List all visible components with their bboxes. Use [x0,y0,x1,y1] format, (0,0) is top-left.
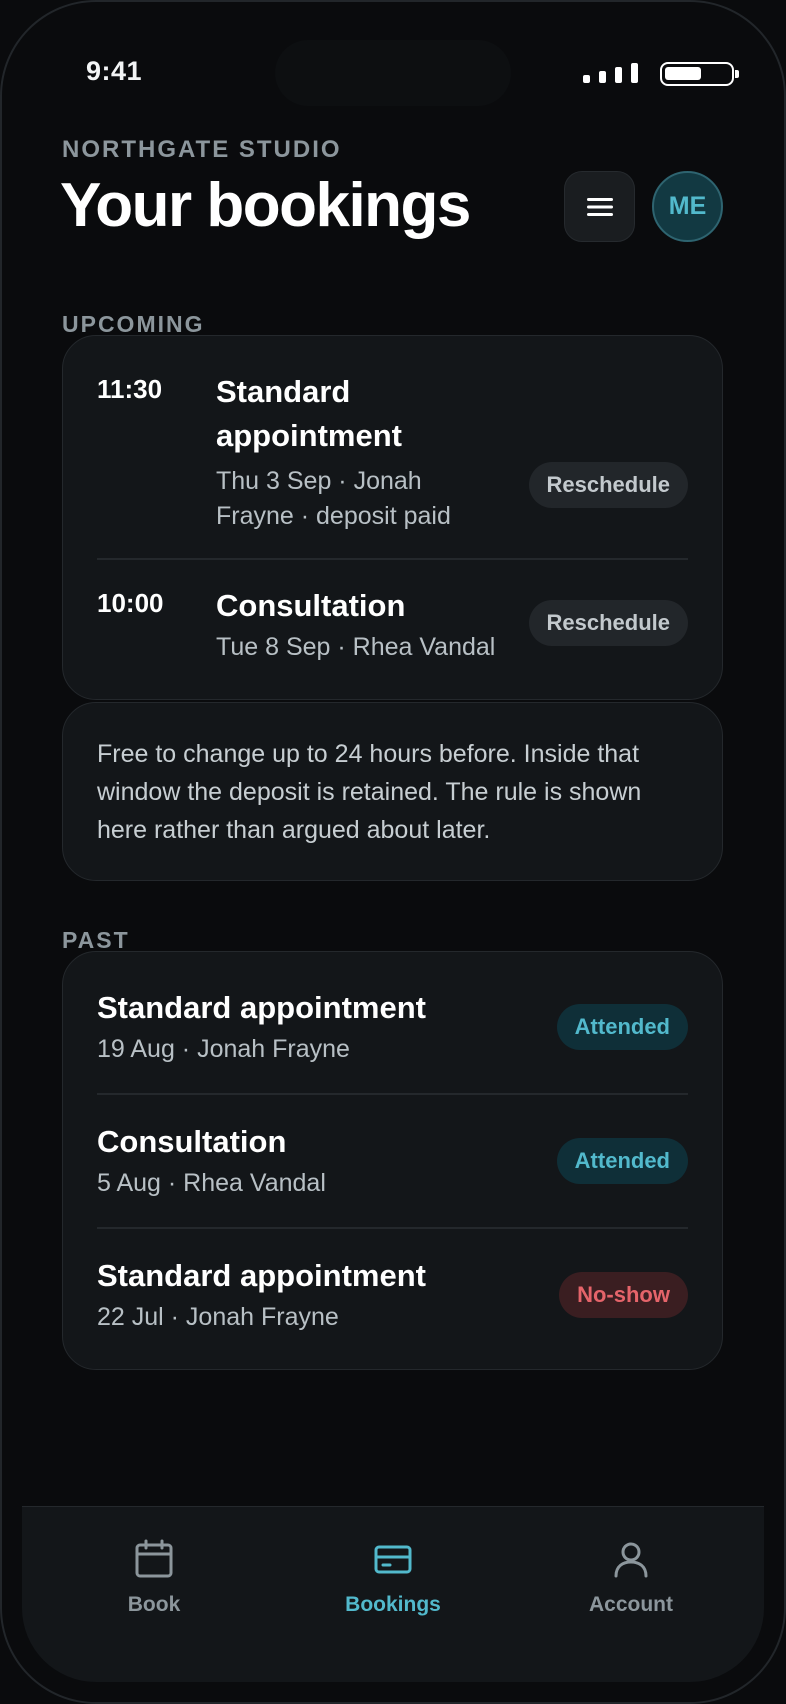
signal-icon [583,63,639,83]
ticket-icon [374,1545,412,1574]
booking-title: Standard appointment [97,1258,426,1293]
hamburger-icon [587,198,613,216]
tab-bar: Book Bookings Account [22,1506,764,1682]
avatar[interactable]: ME [652,171,723,242]
calendar-icon [135,1539,173,1578]
booking-row[interactable]: 10:00 Consultation Tue 8 Sep · Rhea Vand… [97,584,688,674]
tab-account[interactable]: Account [551,1539,711,1617]
booking-meta: 22 Jul · Jonah Frayne [97,1303,339,1331]
tab-label: Bookings [345,1593,441,1616]
booking-meta: Tue 8 Sep · Rhea Vandal [216,633,496,661]
status-badge: No-show [559,1272,688,1318]
tab-label: Account [589,1593,673,1616]
section-label-past: PAST [62,927,130,953]
menu-button[interactable] [564,171,635,242]
status-badge: Attended [556,1004,688,1050]
dynamic-island [275,40,511,106]
booking-time: 10:00 [97,588,164,618]
page-title: Your bookings [60,171,471,240]
reschedule-button[interactable]: Reschedule [528,462,688,508]
booking-title: Standard appointment [216,374,402,453]
tab-bookings[interactable]: Bookings [313,1539,473,1617]
past-booking-row[interactable]: Consultation 5 Aug · Rhea Vandal Attende… [97,1120,688,1210]
booking-title: Consultation [216,588,406,623]
row-divider [97,1093,688,1095]
status-badge: Attended [556,1138,688,1184]
row-divider [97,1227,688,1229]
past-bookings-card: Standard appointment 19 Aug · Jonah Fray… [62,951,723,1370]
booking-row[interactable]: 11:30 Standard appointment Thu 3 Sep · J… [97,370,688,540]
battery-icon [660,62,739,86]
past-booking-row[interactable]: Standard appointment 19 Aug · Jonah Fray… [97,986,688,1076]
row-divider [97,558,688,560]
policy-text: Free to change up to 24 hours before. In… [97,740,642,844]
reschedule-button[interactable]: Reschedule [528,600,688,646]
booking-meta: Thu 3 Sep · Jonah Frayne · deposit paid [216,467,451,530]
tab-book[interactable]: Book [74,1539,234,1617]
status-bar: 9:41 [0,0,786,150]
person-icon [614,1542,648,1578]
upcoming-bookings-card: 11:30 Standard appointment Thu 3 Sep · J… [62,335,723,700]
status-time: 9:41 [86,56,143,86]
booking-meta: 5 Aug · Rhea Vandal [97,1169,326,1197]
booking-meta: 19 Aug · Jonah Frayne [97,1035,350,1063]
cancellation-policy-card: Free to change up to 24 hours before. In… [62,702,723,881]
studio-name: NORTHGATE STUDIO [62,136,342,163]
phone-frame: 9:41 NORTHGATE STUDIO Your bookings ME U… [0,0,786,1704]
section-label-upcoming: UPCOMING [62,311,205,337]
tab-label: Book [127,1593,181,1616]
booking-time: 11:30 [97,374,163,404]
booking-title: Standard appointment [97,990,426,1025]
booking-title: Consultation [97,1124,287,1159]
past-booking-row[interactable]: Standard appointment 22 Jul · Jonah Fray… [97,1254,688,1344]
